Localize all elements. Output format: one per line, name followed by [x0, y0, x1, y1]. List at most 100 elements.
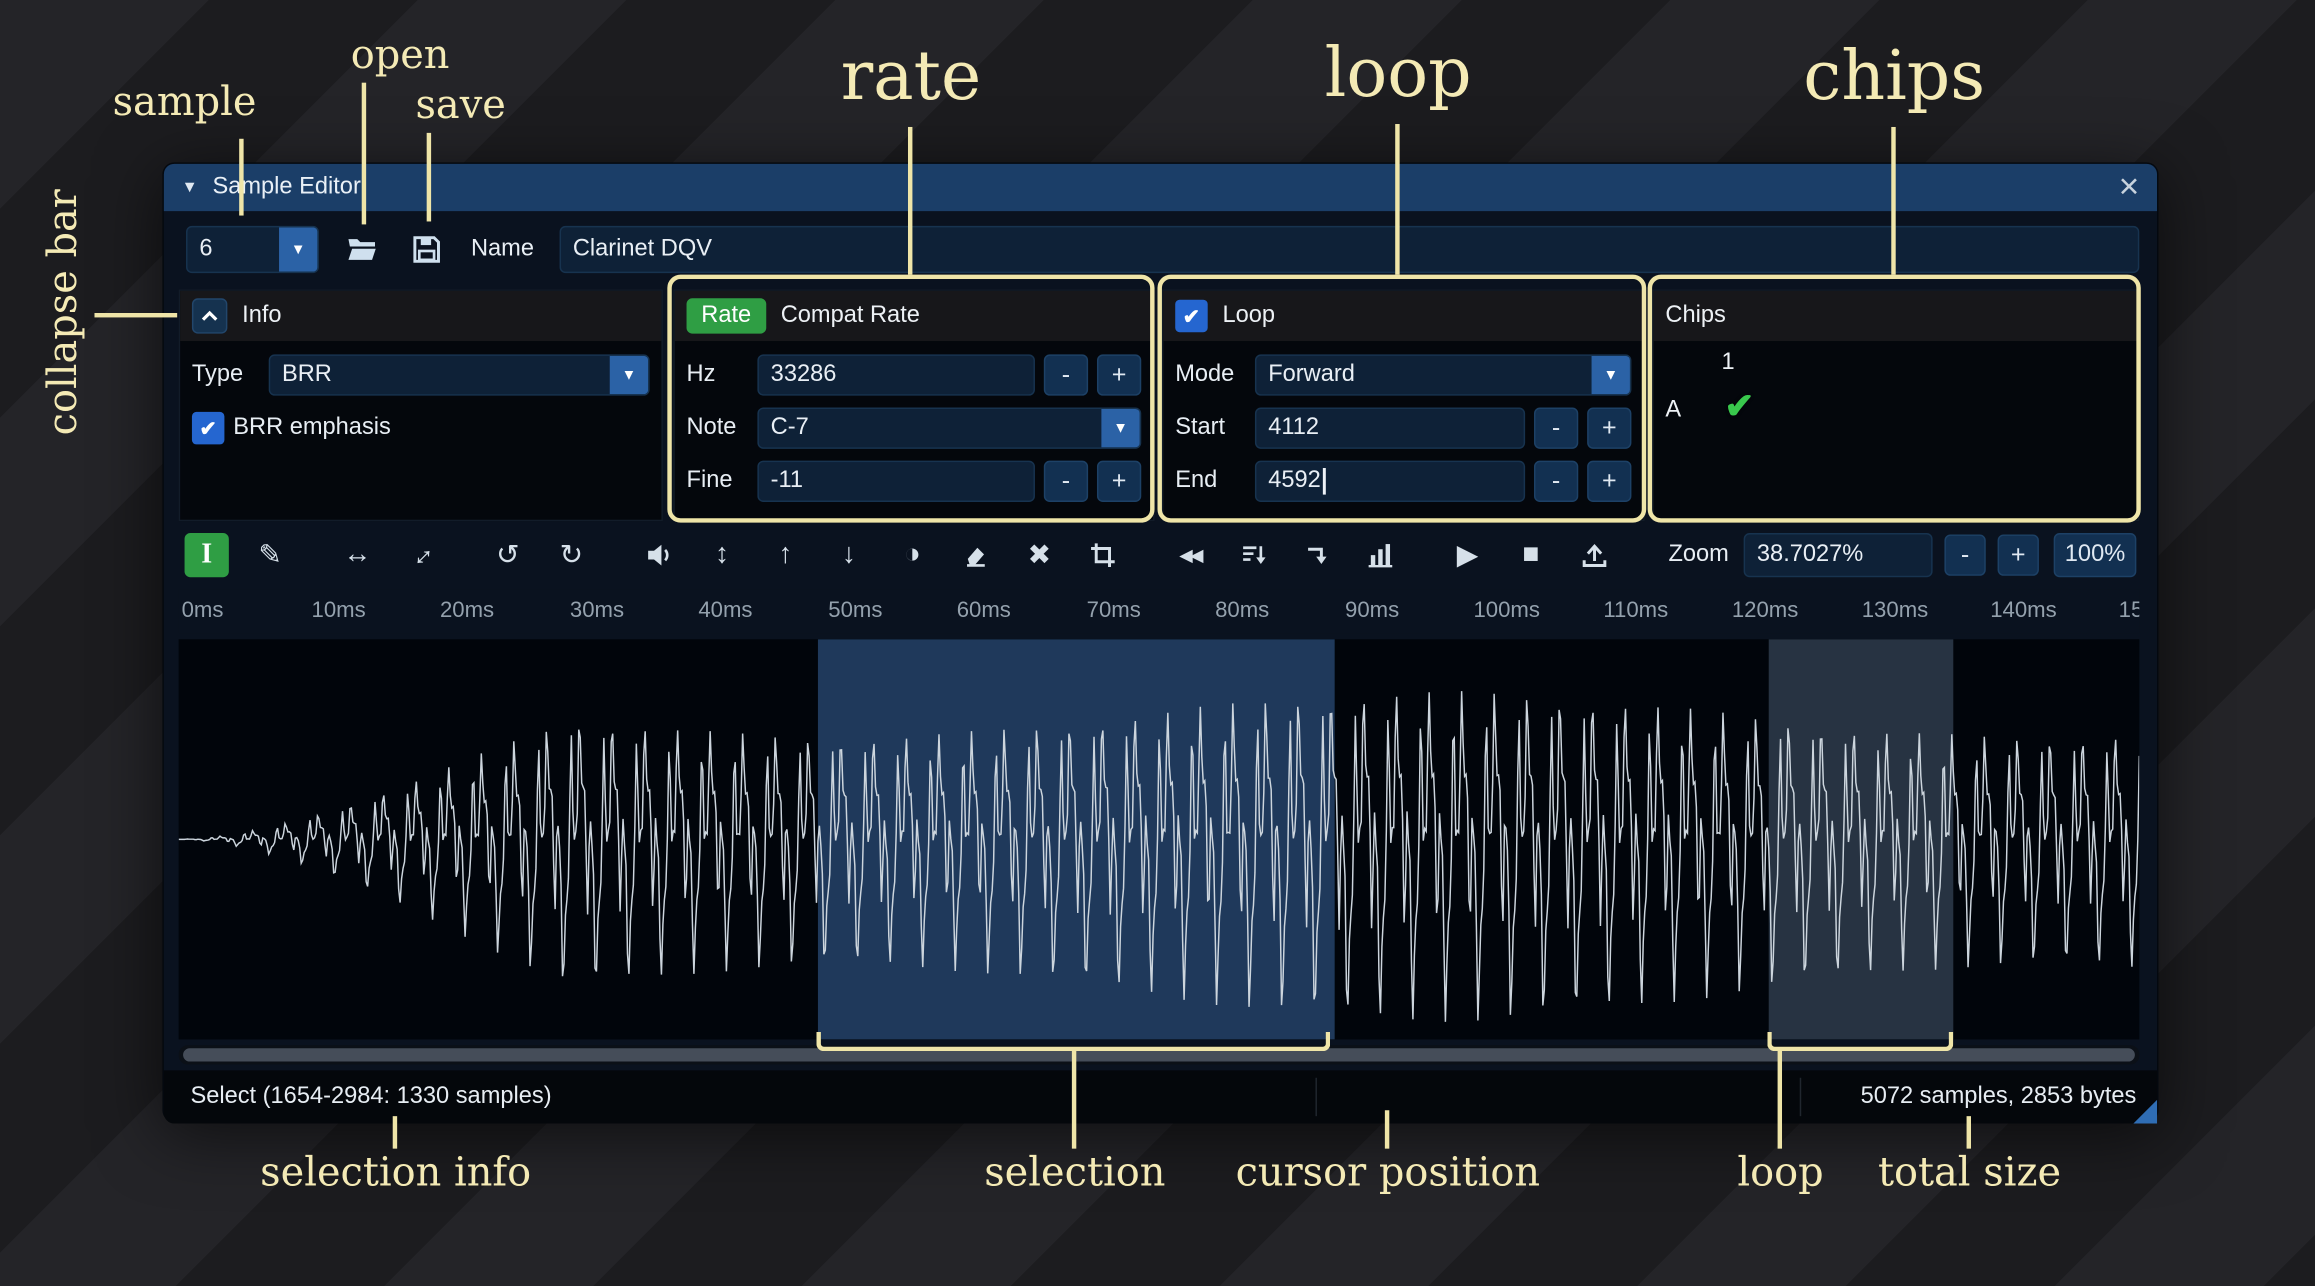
loop-header-label: Loop: [1222, 302, 1276, 328]
annotation-selection-info: selection info: [260, 1150, 532, 1196]
amplify-button[interactable]: [636, 533, 680, 577]
fade-in-button[interactable]: ↑: [763, 533, 807, 577]
window-resize-handle[interactable]: [2133, 1099, 2158, 1124]
timeline-label: 70ms: [1086, 597, 1141, 624]
loop-end-input[interactable]: 4592: [1254, 460, 1526, 502]
zoom-minus-button[interactable]: -: [1944, 534, 1986, 576]
wavetable-button[interactable]: [1358, 533, 1402, 577]
loop-end-label: End: [1175, 468, 1218, 494]
timeline-label: 0ms: [181, 597, 224, 624]
status-total-size: 5072 samples, 2853 bytes: [1860, 1083, 2137, 1109]
chevron-down-icon[interactable]: ▼: [609, 355, 649, 395]
zoom-reset-button[interactable]: 100%: [2053, 532, 2137, 578]
check-icon: ✔: [199, 415, 217, 440]
redo-button[interactable]: ↻: [549, 533, 593, 577]
loop-mode-dropdown[interactable]: Forward ▼: [1254, 354, 1632, 396]
import-button[interactable]: [1572, 533, 1616, 577]
save-button[interactable]: [403, 226, 450, 273]
zoom-label: Zoom: [1668, 541, 1729, 567]
fine-plus-button[interactable]: +: [1096, 460, 1142, 502]
filter-button[interactable]: [1231, 533, 1275, 577]
titlebar[interactable]: ▼ Sample Editor ×: [163, 163, 2158, 212]
type-label: Type: [191, 361, 244, 387]
arrow-turn-down-icon: [1308, 547, 1327, 564]
chevron-down-icon[interactable]: ▼: [279, 227, 318, 272]
brr-emphasis-label: BRR emphasis: [233, 414, 391, 440]
check-icon: ✔: [1182, 303, 1201, 328]
invert-button[interactable]: ◑: [890, 533, 934, 577]
timeline-label: 80ms: [1215, 597, 1270, 624]
timeline-label: 60ms: [956, 597, 1011, 624]
stop-button[interactable]: ■: [1509, 533, 1553, 577]
resize-diagonal-icon: ↔: [399, 533, 442, 576]
insert-button[interactable]: [1295, 533, 1339, 577]
loop-end-minus-button[interactable]: -: [1533, 460, 1579, 502]
timeline-label: 140ms: [1990, 597, 2057, 624]
window-title: Sample Editor: [212, 174, 361, 200]
resample-button[interactable]: ↔: [399, 533, 443, 577]
loop-start-input[interactable]: 4112: [1254, 407, 1526, 449]
name-label: Name: [470, 236, 534, 262]
chip-enable-check-icon[interactable]: ✔: [1724, 385, 1754, 428]
hz-minus-button[interactable]: -: [1043, 354, 1089, 396]
close-icon[interactable]: ×: [2119, 169, 2140, 205]
loop-panel: ✔ Loop Mode Forward ▼ Start 4112 - + End…: [1161, 289, 1645, 522]
open-button[interactable]: [338, 226, 385, 273]
normalize-button[interactable]: ↕: [700, 533, 744, 577]
loop-checkbox[interactable]: ✔: [1175, 299, 1208, 333]
waveform-view[interactable]: [178, 639, 2140, 1040]
timeline-label: 130ms: [1861, 597, 1929, 624]
note-label: Note: [686, 414, 737, 440]
sample-toolbar: I ✎ ↔ ↔ ↺ ↻ ↕ ↑ ↓ ◑ ✖ ◀◀ ▶ ■ Zoom 38.702…: [179, 530, 2140, 580]
hz-input[interactable]: 33286: [757, 354, 1035, 396]
collapse-bar-button[interactable]: [191, 298, 228, 334]
timeline-label: 100ms: [1473, 597, 1540, 624]
timeline-label: 50ms: [828, 597, 883, 624]
chips-panel-header: Chips: [1653, 290, 2138, 342]
delete-button[interactable]: ✖: [1017, 533, 1061, 577]
undo-button[interactable]: ↺: [486, 533, 530, 577]
annotation-cursor-position: cursor position: [1235, 1150, 1541, 1196]
chevron-down-icon[interactable]: ▼: [1591, 355, 1630, 395]
timeline-ruler[interactable]: 0ms 10ms 20ms 30ms 40ms 50ms 60ms 70ms 8…: [178, 589, 2140, 634]
zoom-plus-button[interactable]: +: [1997, 534, 2039, 576]
status-bar: Select (1654-2984: 1330 samples) 5072 sa…: [163, 1070, 2158, 1124]
select-mode-button[interactable]: I: [184, 532, 229, 578]
chips-header-label: Chips: [1665, 302, 1726, 328]
annotation-sample: sample: [112, 79, 257, 126]
crop-icon: [1091, 543, 1115, 567]
sample-selector[interactable]: 6 ▼: [186, 225, 319, 274]
horizontal-scrollbar[interactable]: [178, 1045, 2140, 1065]
status-divider: [1315, 1077, 1317, 1117]
loop-end-plus-button[interactable]: +: [1587, 460, 1632, 502]
speaker-icon: [648, 544, 669, 566]
note-dropdown[interactable]: C-7 ▼: [757, 407, 1142, 449]
loop-start-plus-button[interactable]: +: [1587, 407, 1632, 449]
name-input[interactable]: Clarinet DQV: [559, 225, 2140, 274]
fade-out-button[interactable]: ↓: [827, 533, 871, 577]
type-dropdown[interactable]: BRR ▼: [268, 354, 650, 396]
reverse-button[interactable]: ◀◀: [1168, 533, 1212, 577]
hz-plus-button[interactable]: +: [1096, 354, 1142, 396]
mode-label: Mode: [1175, 361, 1235, 387]
rate-panel-header: Rate Compat Rate: [674, 290, 1154, 342]
fine-input[interactable]: -11: [757, 460, 1035, 502]
zoom-input[interactable]: 38.7027%: [1743, 532, 1933, 578]
silence-button[interactable]: [954, 533, 998, 577]
trim-button[interactable]: [1081, 533, 1125, 577]
fine-minus-button[interactable]: -: [1043, 460, 1089, 502]
loop-mode-value: Forward: [1268, 361, 1355, 387]
status-divider: [1799, 1077, 1802, 1117]
window-collapse-icon[interactable]: ▼: [182, 179, 198, 197]
annotation-selection: selection: [984, 1150, 1166, 1196]
upload-icon: [1582, 544, 1607, 567]
play-button[interactable]: ▶: [1445, 533, 1489, 577]
chips-panel: Chips 1 A ✔: [1652, 289, 2140, 522]
loop-start-minus-button[interactable]: -: [1533, 407, 1579, 449]
brr-emphasis-checkbox[interactable]: ✔: [191, 411, 225, 445]
draw-mode-button[interactable]: ✎: [248, 533, 292, 577]
rate-badge-button[interactable]: Rate: [686, 298, 766, 334]
resize-button[interactable]: ↔: [335, 533, 379, 577]
chevron-down-icon[interactable]: ▼: [1101, 408, 1140, 448]
scrollbar-thumb[interactable]: [183, 1048, 2135, 1062]
